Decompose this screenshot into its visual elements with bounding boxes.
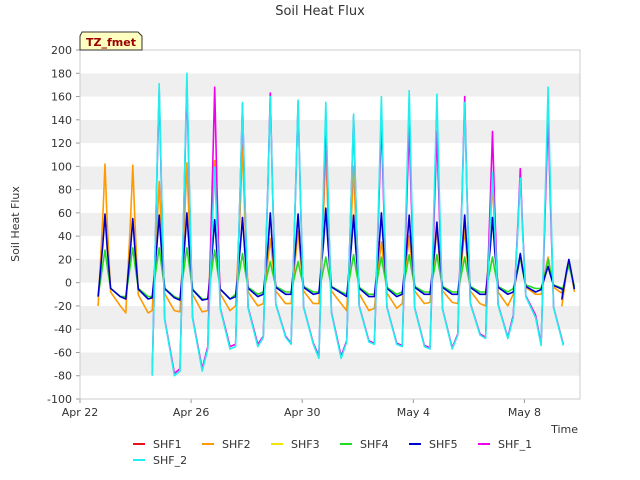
y-tick-label: 20 xyxy=(58,253,72,266)
y-tick-label: -100 xyxy=(47,393,72,406)
grid-band xyxy=(80,119,580,144)
grid-band xyxy=(80,50,580,74)
y-tick-label: 120 xyxy=(51,137,72,150)
legend-label: SHF5 xyxy=(429,438,458,451)
legend-label: SHF1 xyxy=(153,438,182,451)
grid-band xyxy=(80,96,580,120)
y-tick-label: 180 xyxy=(51,67,72,80)
legend-label: SHF4 xyxy=(360,438,389,451)
y-tick-label: 140 xyxy=(51,114,72,127)
grid-band xyxy=(80,189,580,213)
x-tick-label: May 4 xyxy=(397,406,430,419)
y-tick-label: 80 xyxy=(58,184,72,197)
grid-band xyxy=(80,352,580,376)
tz-badge: TZ_fmet xyxy=(79,31,143,51)
y-tick-label: -80 xyxy=(54,370,72,383)
y-tick-label: 60 xyxy=(58,207,72,220)
badge-label: TZ_fmet xyxy=(86,36,136,49)
y-tick-label: 40 xyxy=(58,230,72,243)
y-tick-label: 200 xyxy=(51,44,72,57)
x-axis-label: Time xyxy=(550,423,578,436)
chart-title: Soil Heat Flux xyxy=(275,4,365,19)
x-tick-label: Apr 26 xyxy=(173,406,210,419)
x-tick-label: Apr 30 xyxy=(284,406,321,419)
y-tick-label: -60 xyxy=(54,346,72,359)
legend-label: SHF3 xyxy=(291,438,320,451)
grid-band xyxy=(80,166,580,190)
y-tick-label: -40 xyxy=(54,323,72,336)
grid-band xyxy=(80,375,580,399)
legend-label: SHF2 xyxy=(222,438,251,451)
x-tick-label: May 8 xyxy=(508,406,541,419)
grid-band xyxy=(80,73,580,97)
legend-label: SHF_2 xyxy=(153,454,187,467)
y-tick-label: -20 xyxy=(54,300,72,313)
y-tick-label: 100 xyxy=(51,160,72,173)
grid-band xyxy=(80,143,580,167)
y-axis-label: Soil Heat Flux xyxy=(9,186,22,262)
x-tick-label: Apr 22 xyxy=(62,406,99,419)
y-tick-label: 0 xyxy=(65,277,72,290)
soil-heat-flux-chart: Soil Heat Flux -100 -80 -60 -40 -20 0 20 40 60 80… xyxy=(0,0,640,480)
y-tick-label: 160 xyxy=(51,91,72,104)
grid-band xyxy=(80,329,580,353)
legend-label: SHF_1 xyxy=(498,438,532,451)
